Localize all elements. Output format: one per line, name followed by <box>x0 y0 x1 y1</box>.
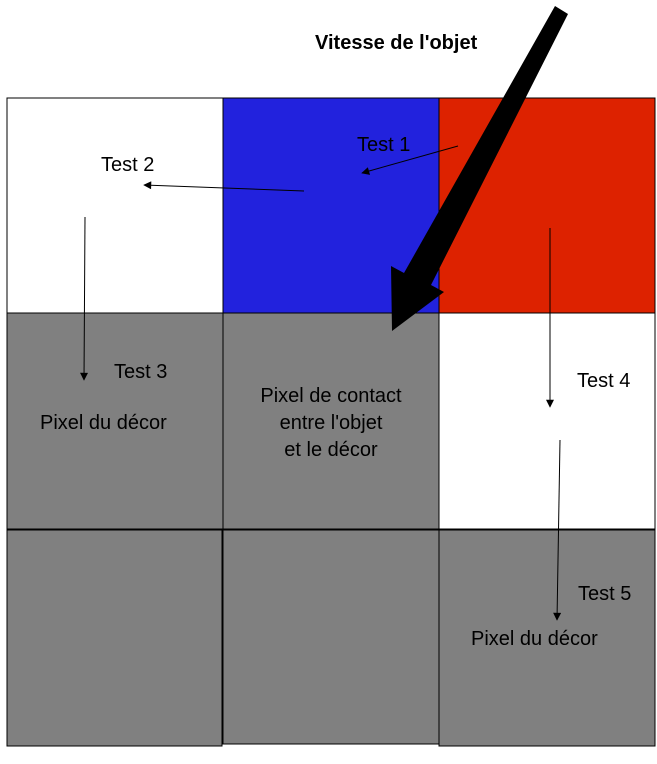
label-contact-line-1: Pixel de contact <box>260 385 402 407</box>
cell-r0c2 <box>438 97 656 314</box>
label-test-2: Test 2 <box>101 154 154 176</box>
cell-r1c2 <box>438 312 656 530</box>
label-decor-right: Pixel du décor <box>471 628 598 650</box>
label-test-1: Test 1 <box>357 134 410 156</box>
label-contact-line-2: entre l'objet <box>280 412 383 434</box>
label-contact-line-3: et le décor <box>284 439 378 461</box>
velocity-title: Vitesse de l'objet <box>315 32 478 54</box>
label-test-5: Test 5 <box>578 583 631 605</box>
cell-r2c0 <box>6 529 223 747</box>
collision-grid-diagram: Vitesse de l'objet Test 1 Test 2 Test 3 … <box>6 6 656 747</box>
label-decor-left: Pixel du décor <box>40 412 167 434</box>
cell-r0c0 <box>6 97 224 314</box>
label-test-4: Test 4 <box>577 370 630 392</box>
cell-r2c1 <box>222 529 440 745</box>
diagram-stage: Vitesse de l'objet Test 1 Test 2 Test 3 … <box>0 0 657 764</box>
label-test-3: Test 3 <box>114 361 167 383</box>
